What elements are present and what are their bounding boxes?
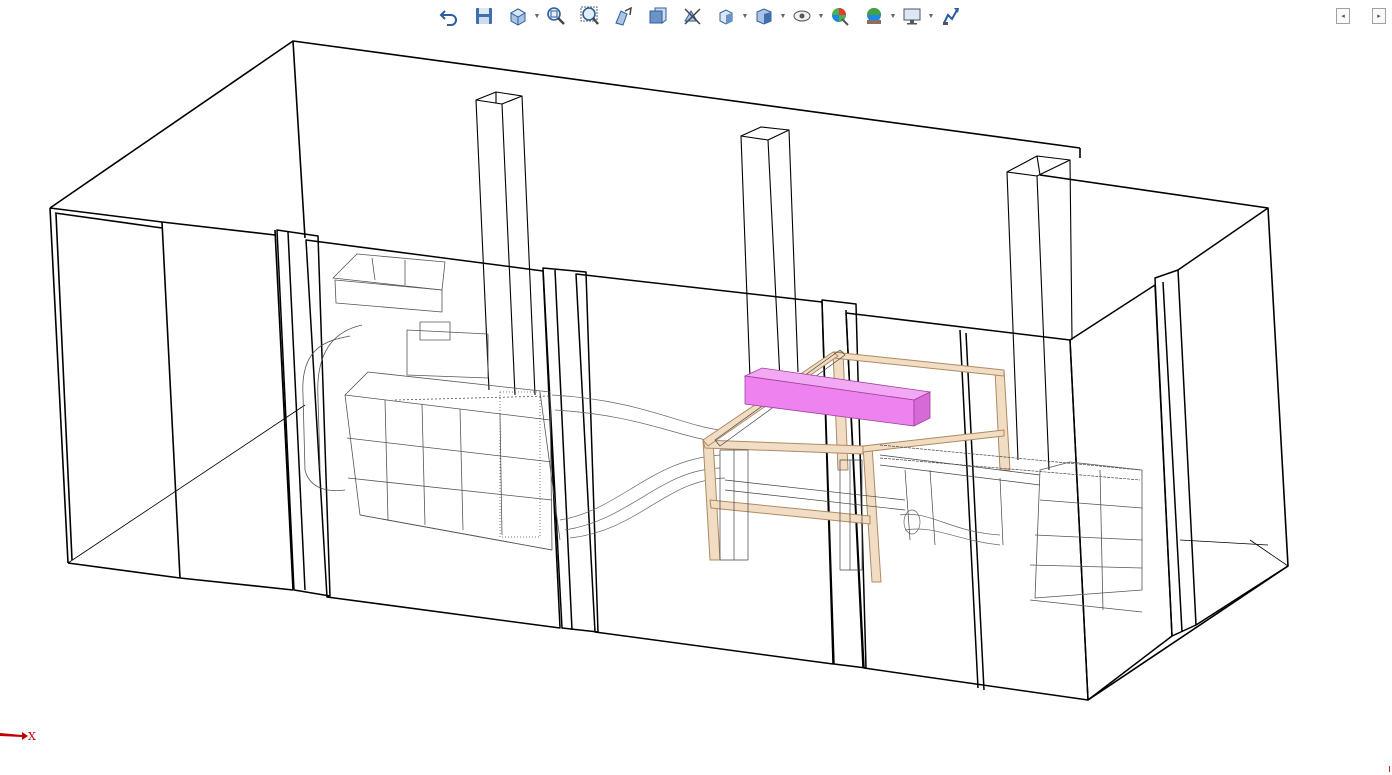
triad-x-label: X: [28, 730, 36, 743]
chevron-down-icon[interactable]: ▼: [740, 4, 750, 28]
machine-right-tank: [1029, 461, 1143, 613]
view-orientation-icon: [509, 8, 527, 26]
edit-appearance-button[interactable]: [826, 4, 854, 28]
view-settings-button[interactable]: [898, 4, 926, 28]
previous-view-icon: [615, 6, 632, 26]
zoom-to-fit-button[interactable]: [542, 4, 570, 28]
rotate-view-button[interactable]: [936, 4, 964, 28]
zoom-to-area-icon: [580, 6, 599, 25]
expand-right-icon[interactable]: ▸: [1372, 8, 1386, 24]
machine-left-assembly: [302, 253, 561, 551]
chevron-down-icon[interactable]: ▼: [816, 4, 826, 28]
apply-scene-icon: [867, 8, 881, 24]
floor-edges: [67, 404, 1289, 567]
dynamic-annotation-button[interactable]: [678, 4, 706, 28]
panel-controls: ◂ ▸: [1336, 8, 1386, 24]
room-enclosure-wireframe: [49, 40, 1289, 701]
heads-up-view-toolbar: ▼ ▼ ▼ ▼ ▼ ▼: [436, 3, 970, 29]
view-cube-button[interactable]: [712, 4, 740, 28]
save-icon: [476, 8, 492, 24]
display-style-icon: [756, 8, 772, 25]
partition-panels: [276, 207, 1289, 701]
chevron-down-icon[interactable]: ▼: [926, 4, 936, 28]
apply-scene-button[interactable]: [860, 4, 888, 28]
undo-button[interactable]: [436, 4, 464, 28]
zoom-to-fit-icon: [547, 7, 565, 25]
view-settings-icon: [903, 8, 921, 25]
x-axis-arrow-icon: [0, 732, 28, 740]
display-style-button[interactable]: [750, 4, 778, 28]
hide-show-items-button[interactable]: [788, 4, 816, 28]
previous-view-button[interactable]: [610, 4, 638, 28]
collapse-left-icon[interactable]: ◂: [1336, 8, 1350, 24]
section-view-button[interactable]: [644, 4, 672, 28]
view-cube-icon: [719, 9, 733, 25]
vertical-columns: [475, 91, 1073, 471]
save-button[interactable]: [470, 4, 498, 28]
hide-show-items-icon: [793, 10, 811, 22]
dynamic-annotation-icon: [684, 8, 701, 25]
chevron-down-icon[interactable]: ▼: [532, 4, 542, 28]
undo-icon: [439, 10, 457, 26]
view-orientation-button[interactable]: [504, 4, 532, 28]
section-view-icon: [649, 7, 667, 24]
chevron-down-icon[interactable]: ▼: [888, 4, 898, 28]
corner-indicator: [1389, 766, 1390, 772]
zoom-to-area-button[interactable]: [576, 4, 604, 28]
edit-appearance-icon: [832, 8, 849, 26]
chevron-down-icon[interactable]: ▼: [778, 4, 788, 28]
curved-ducts: [551, 394, 1001, 546]
reference-triad: [0, 732, 28, 740]
rotate-view-icon: [943, 8, 959, 25]
graphics-viewport[interactable]: [0, 0, 1392, 775]
